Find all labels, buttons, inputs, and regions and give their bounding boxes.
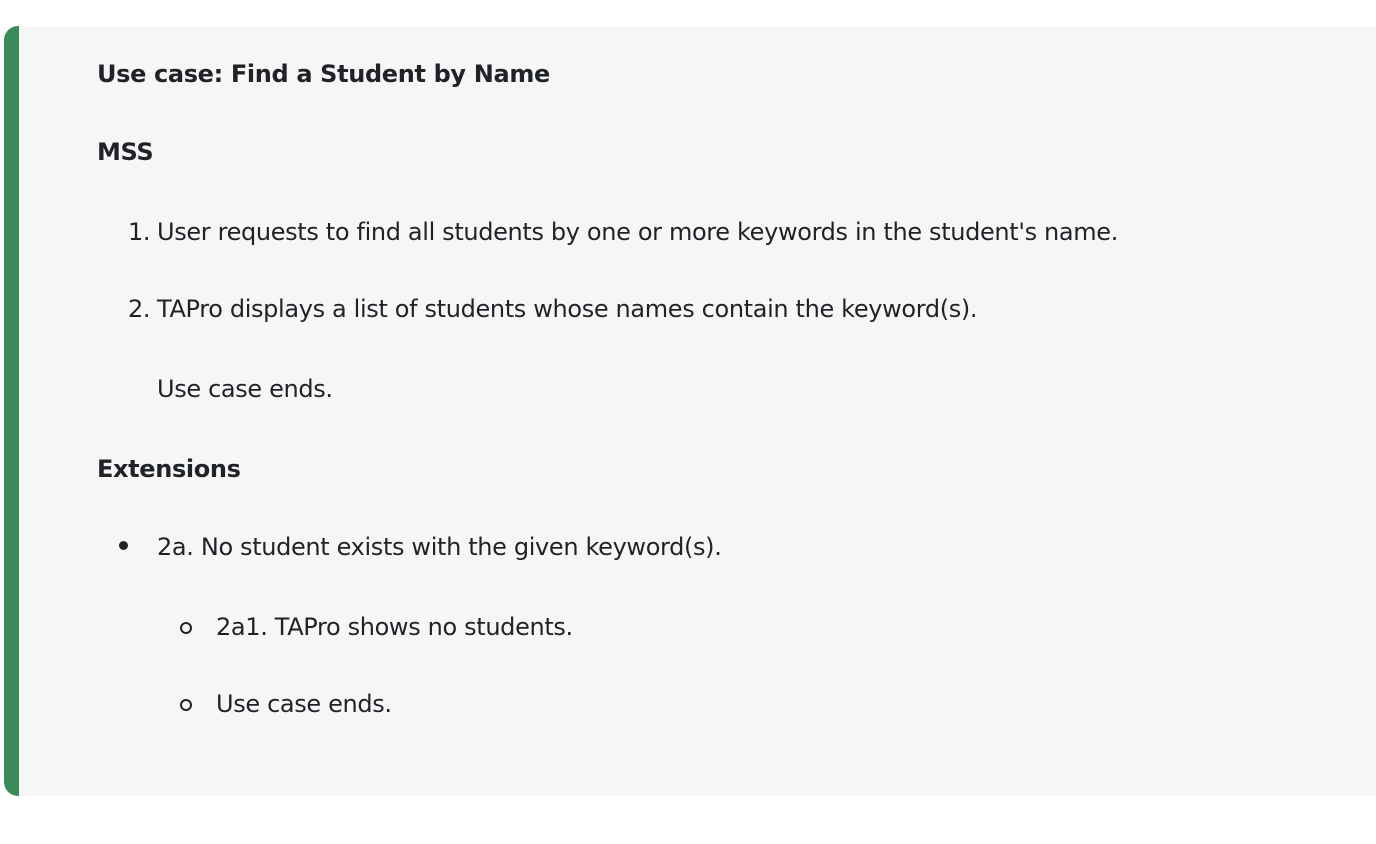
bullet-circle-icon bbox=[180, 622, 192, 634]
mss-step-number: 2. bbox=[128, 295, 151, 323]
mss-step-text: TAPro displays a list of students whose … bbox=[157, 295, 978, 323]
use-case-card: Use case: Find a Student by Name MSS 1. … bbox=[4, 26, 1376, 796]
mss-step-text: User requests to find all students by on… bbox=[157, 218, 1118, 246]
extension-sub-item: 2a1. TAPro shows no students. bbox=[216, 613, 573, 641]
bullet-disc-icon bbox=[119, 541, 128, 550]
mss-end-text: Use case ends. bbox=[157, 375, 333, 403]
extensions-heading: Extensions bbox=[97, 455, 241, 483]
mss-step-number: 1. bbox=[128, 218, 151, 246]
extension-item: 2a. No student exists with the given key… bbox=[157, 533, 722, 561]
use-case-title: Use case: Find a Student by Name bbox=[97, 60, 550, 88]
bullet-circle-icon bbox=[180, 699, 192, 711]
mss-heading: MSS bbox=[97, 138, 154, 166]
extension-sub-item: Use case ends. bbox=[216, 690, 392, 718]
